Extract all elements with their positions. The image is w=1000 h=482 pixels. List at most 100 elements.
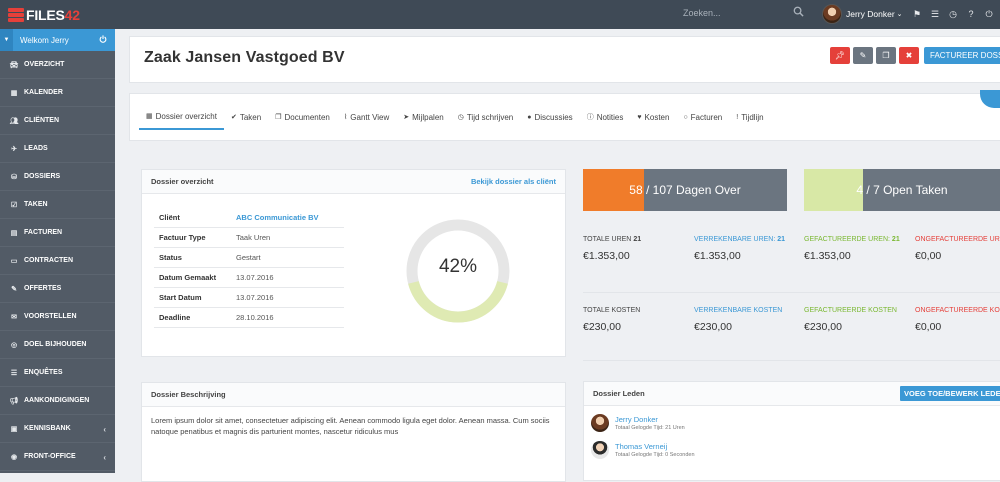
info-icon: ⓘ <box>586 114 594 121</box>
app-logo[interactable]: FILES 42 <box>0 0 115 29</box>
tab-dossier-overzicht[interactable]: ▦ Dossier overzicht <box>139 104 224 130</box>
chevron-left-icon: ‹ <box>103 425 106 434</box>
edit-button[interactable]: ✎ <box>853 47 873 64</box>
overview-key: Deadline <box>159 313 191 322</box>
power-icon[interactable]: ⏻ <box>984 9 994 19</box>
member-name[interactable]: Thomas Verneij <box>615 442 695 451</box>
sidebar-item-offertes[interactable]: ✎ OFFERTES <box>0 275 115 303</box>
welcome-text: Welkom Jerry <box>20 35 69 45</box>
caret-down-icon[interactable]: ▼ <box>0 29 13 51</box>
list-icon[interactable]: ☰ <box>930 9 940 19</box>
welcome-bar[interactable]: ▼ Welkom Jerry <box>0 29 115 51</box>
tab-discussies[interactable]: ● Discussies <box>520 104 579 130</box>
progress-label: 42% <box>438 256 478 277</box>
invoice-icon: ▤ <box>10 229 18 237</box>
hours-cell: TOTALE UREN 21 €1.353,00 <box>583 235 693 262</box>
user-menu[interactable]: Jerry Donker ⌄ <box>822 4 903 24</box>
header-actions: 📌︎ ✎ ❐ ✖ FACTUREER DOSSIER <box>830 47 1000 64</box>
sidebar-item-leads[interactable]: ✈ LEADS <box>0 135 115 163</box>
hours-cell: GEFACTUREERDE UREN: 21 €1.353,00 <box>804 235 914 262</box>
car-icon: 🚘︎ <box>9 61 19 69</box>
member-row: Jerry Donker Totaal Gelogde Tijd: 21 Uren… <box>591 412 1000 434</box>
tab-tijd-schrijven[interactable]: ◷ Tijd schrijven <box>451 104 521 130</box>
sidebar-item-enquêtes[interactable]: ☰ ENQUÊTES <box>0 359 115 387</box>
sidebar-item-contracten[interactable]: ▭ CONTRACTEN <box>0 247 115 275</box>
metric-count: 21 <box>891 236 900 243</box>
hours-label: VERREKENBARE UREN: 21 <box>694 235 804 244</box>
overview-title: Dossier overzicht <box>151 177 214 186</box>
sidebar-item-label: KENNISBANK <box>24 425 71 432</box>
overview-row: Factuur Type Taak Uren <box>154 228 344 248</box>
sidebar-item-cliënten[interactable]: 👥︎ CLIËNTEN <box>0 107 115 135</box>
circle-icon: ○ <box>683 113 688 121</box>
tab-notities[interactable]: ⓘ Notities <box>580 104 631 130</box>
sidebar-item-aankondigingen[interactable]: 📢︎ AANKONDIGINGEN <box>0 387 115 415</box>
sidebar-item-dossiers[interactable]: ⛁ DOSSIERS <box>0 163 115 191</box>
hours-cell: VERREKENBARE UREN: 21 €1.353,00 <box>694 235 804 262</box>
tab-label: Facturen <box>690 112 723 122</box>
add-edit-members-button[interactable]: VOEG TOE/BEWERK LEDEN <box>900 386 1000 401</box>
clock-icon[interactable]: ◷ <box>948 9 958 19</box>
power-icon[interactable] <box>99 35 107 43</box>
main-content: Zaak Jansen Vastgoed BV 📌︎ ✎ ❐ ✖ FACTURE… <box>115 29 1000 482</box>
send-icon: ➤ <box>403 114 410 121</box>
tab-mijlpalen[interactable]: ➤ Mijlpalen <box>396 104 450 130</box>
member-info: Jerry Donker Totaal Gelogde Tijd: 21 Uren <box>615 415 685 431</box>
tab-label: Gantt View <box>350 112 390 122</box>
book-icon: ▣ <box>10 425 18 433</box>
flag-icon[interactable]: ⚑ <box>912 9 922 19</box>
sidebar-item-label: ENQUÊTES <box>24 369 63 376</box>
sidebar-item-label: FRONT-OFFICE <box>24 453 76 460</box>
survey-icon: ☰ <box>10 369 18 377</box>
pin-button[interactable]: 📌︎ <box>830 47 850 64</box>
hours-value: €1.353,00 <box>804 250 851 262</box>
sidebar-item-voorstellen[interactable]: ✉ VOORSTELLEN <box>0 303 115 331</box>
database-icon: ⛁ <box>11 173 17 181</box>
tasks-stat-label: 4 / 7 Open Taken <box>856 183 948 197</box>
tab-kosten[interactable]: ♥ Kosten <box>630 104 676 130</box>
users-icon: 👥︎ <box>9 117 19 125</box>
check-circle-icon: ✔ <box>230 114 237 121</box>
copy-button[interactable]: ❐ <box>876 47 896 64</box>
exclamation-icon: ! <box>736 113 739 121</box>
client-link[interactable]: ABC Communicatie BV <box>236 213 319 222</box>
settings-corner[interactable] <box>980 90 1000 108</box>
donut-progress-arc <box>408 280 508 323</box>
costs-label: GEFACTUREERDE KOSTEN <box>804 306 914 315</box>
sidebar-item-front-office[interactable]: ◉ FRONT-OFFICE ‹ <box>0 443 115 471</box>
tab-taken[interactable]: ✔ Taken <box>224 104 268 130</box>
hours-label: GEFACTUREERDE UREN: 21 <box>804 235 914 244</box>
metric-label-text: TOTALE KOSTEN <box>583 307 641 314</box>
metric-label-text: VERREKENBARE KOSTEN <box>694 307 783 314</box>
sidebar-item-facturen[interactable]: ▤ FACTUREN <box>0 219 115 247</box>
page-header: Zaak Jansen Vastgoed BV 📌︎ ✎ ❐ ✖ FACTURE… <box>129 36 1000 83</box>
description-header: Dossier Beschrijving <box>142 383 565 407</box>
sidebar-item-kennisbank[interactable]: ▣ KENNISBANK ‹ <box>0 415 115 443</box>
overview-header: Dossier overzicht Bekijk dossier als cli… <box>142 170 565 194</box>
top-navbar: FILES 42 Zoeken... Jerry Donker ⌄ ⚑ ☰ ◷ ?… <box>0 0 1000 29</box>
tab-documenten[interactable]: ❐ Documenten <box>268 104 337 130</box>
costs-value: €230,00 <box>583 321 621 333</box>
view-as-client-link[interactable]: Bekijk dossier als cliënt <box>471 177 556 186</box>
search-icon[interactable] <box>793 6 804 17</box>
costs-value: €230,00 <box>804 321 842 333</box>
divider <box>583 360 1000 361</box>
sidebar-item-taken[interactable]: ☑ TAKEN <box>0 191 115 219</box>
invoice-dossier-button[interactable]: FACTUREER DOSSIER <box>924 47 1000 64</box>
sidebar-item-label: FACTUREN <box>24 229 63 236</box>
sidebar-item-doel-bijhouden[interactable]: ◎ DOEL BIJHOUDEN <box>0 331 115 359</box>
tab-gantt-view[interactable]: ⌇ Gantt View <box>337 104 396 130</box>
tab-facturen[interactable]: ○ Facturen <box>676 104 729 130</box>
delete-button[interactable]: ✖ <box>899 47 919 64</box>
sidebar-item-label: TAKEN <box>24 201 48 208</box>
tab-tijdlijn[interactable]: ! Tijdlijn <box>729 104 770 130</box>
sidebar-item-overzicht[interactable]: 🚘︎ OVERZICHT <box>0 51 115 79</box>
help-icon[interactable]: ? <box>966 9 976 19</box>
chevron-down-icon: ⌄ <box>896 11 903 18</box>
costs-cell: TOTALE KOSTEN €230,00 <box>583 306 693 333</box>
sidebar-item-kalender[interactable]: ▦ KALENDER <box>0 79 115 107</box>
member-avatar <box>591 441 609 459</box>
copy-icon: ❐ <box>882 51 890 60</box>
member-name[interactable]: Jerry Donker <box>615 415 685 424</box>
sidebar: ▼ Welkom Jerry 🚘︎ OVERZICHT ▦ KALENDER 👥︎ CLI… <box>0 29 115 473</box>
